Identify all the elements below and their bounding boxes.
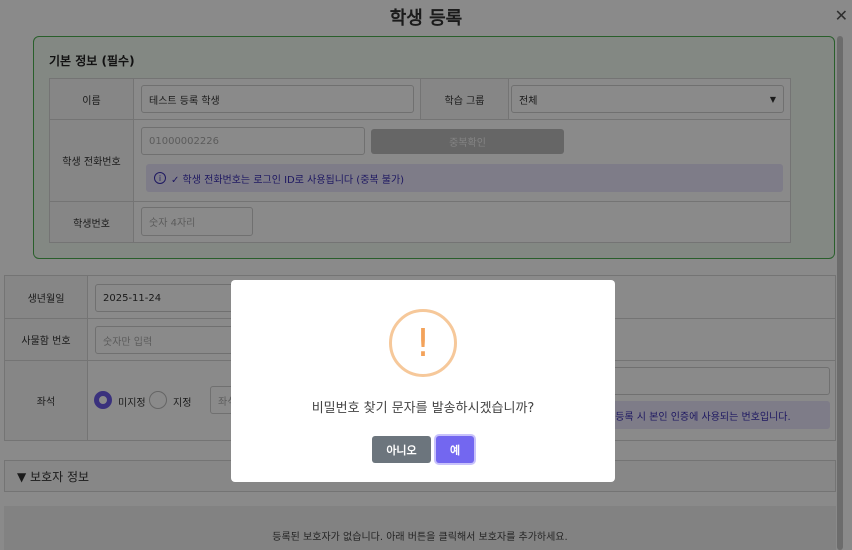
dialog-message: 비밀번호 찾기 문자를 발송하시겠습니까? [311, 401, 535, 416]
warning-icon-glyph: ! [415, 321, 431, 365]
confirm-dialog: ! 비밀번호 찾기 문자를 발송하시겠습니까? 아니오 예 [231, 280, 615, 482]
cancel-button[interactable]: 아니오 [372, 436, 431, 463]
confirm-button[interactable]: 예 [436, 436, 474, 463]
warning-icon: ! [389, 309, 457, 377]
